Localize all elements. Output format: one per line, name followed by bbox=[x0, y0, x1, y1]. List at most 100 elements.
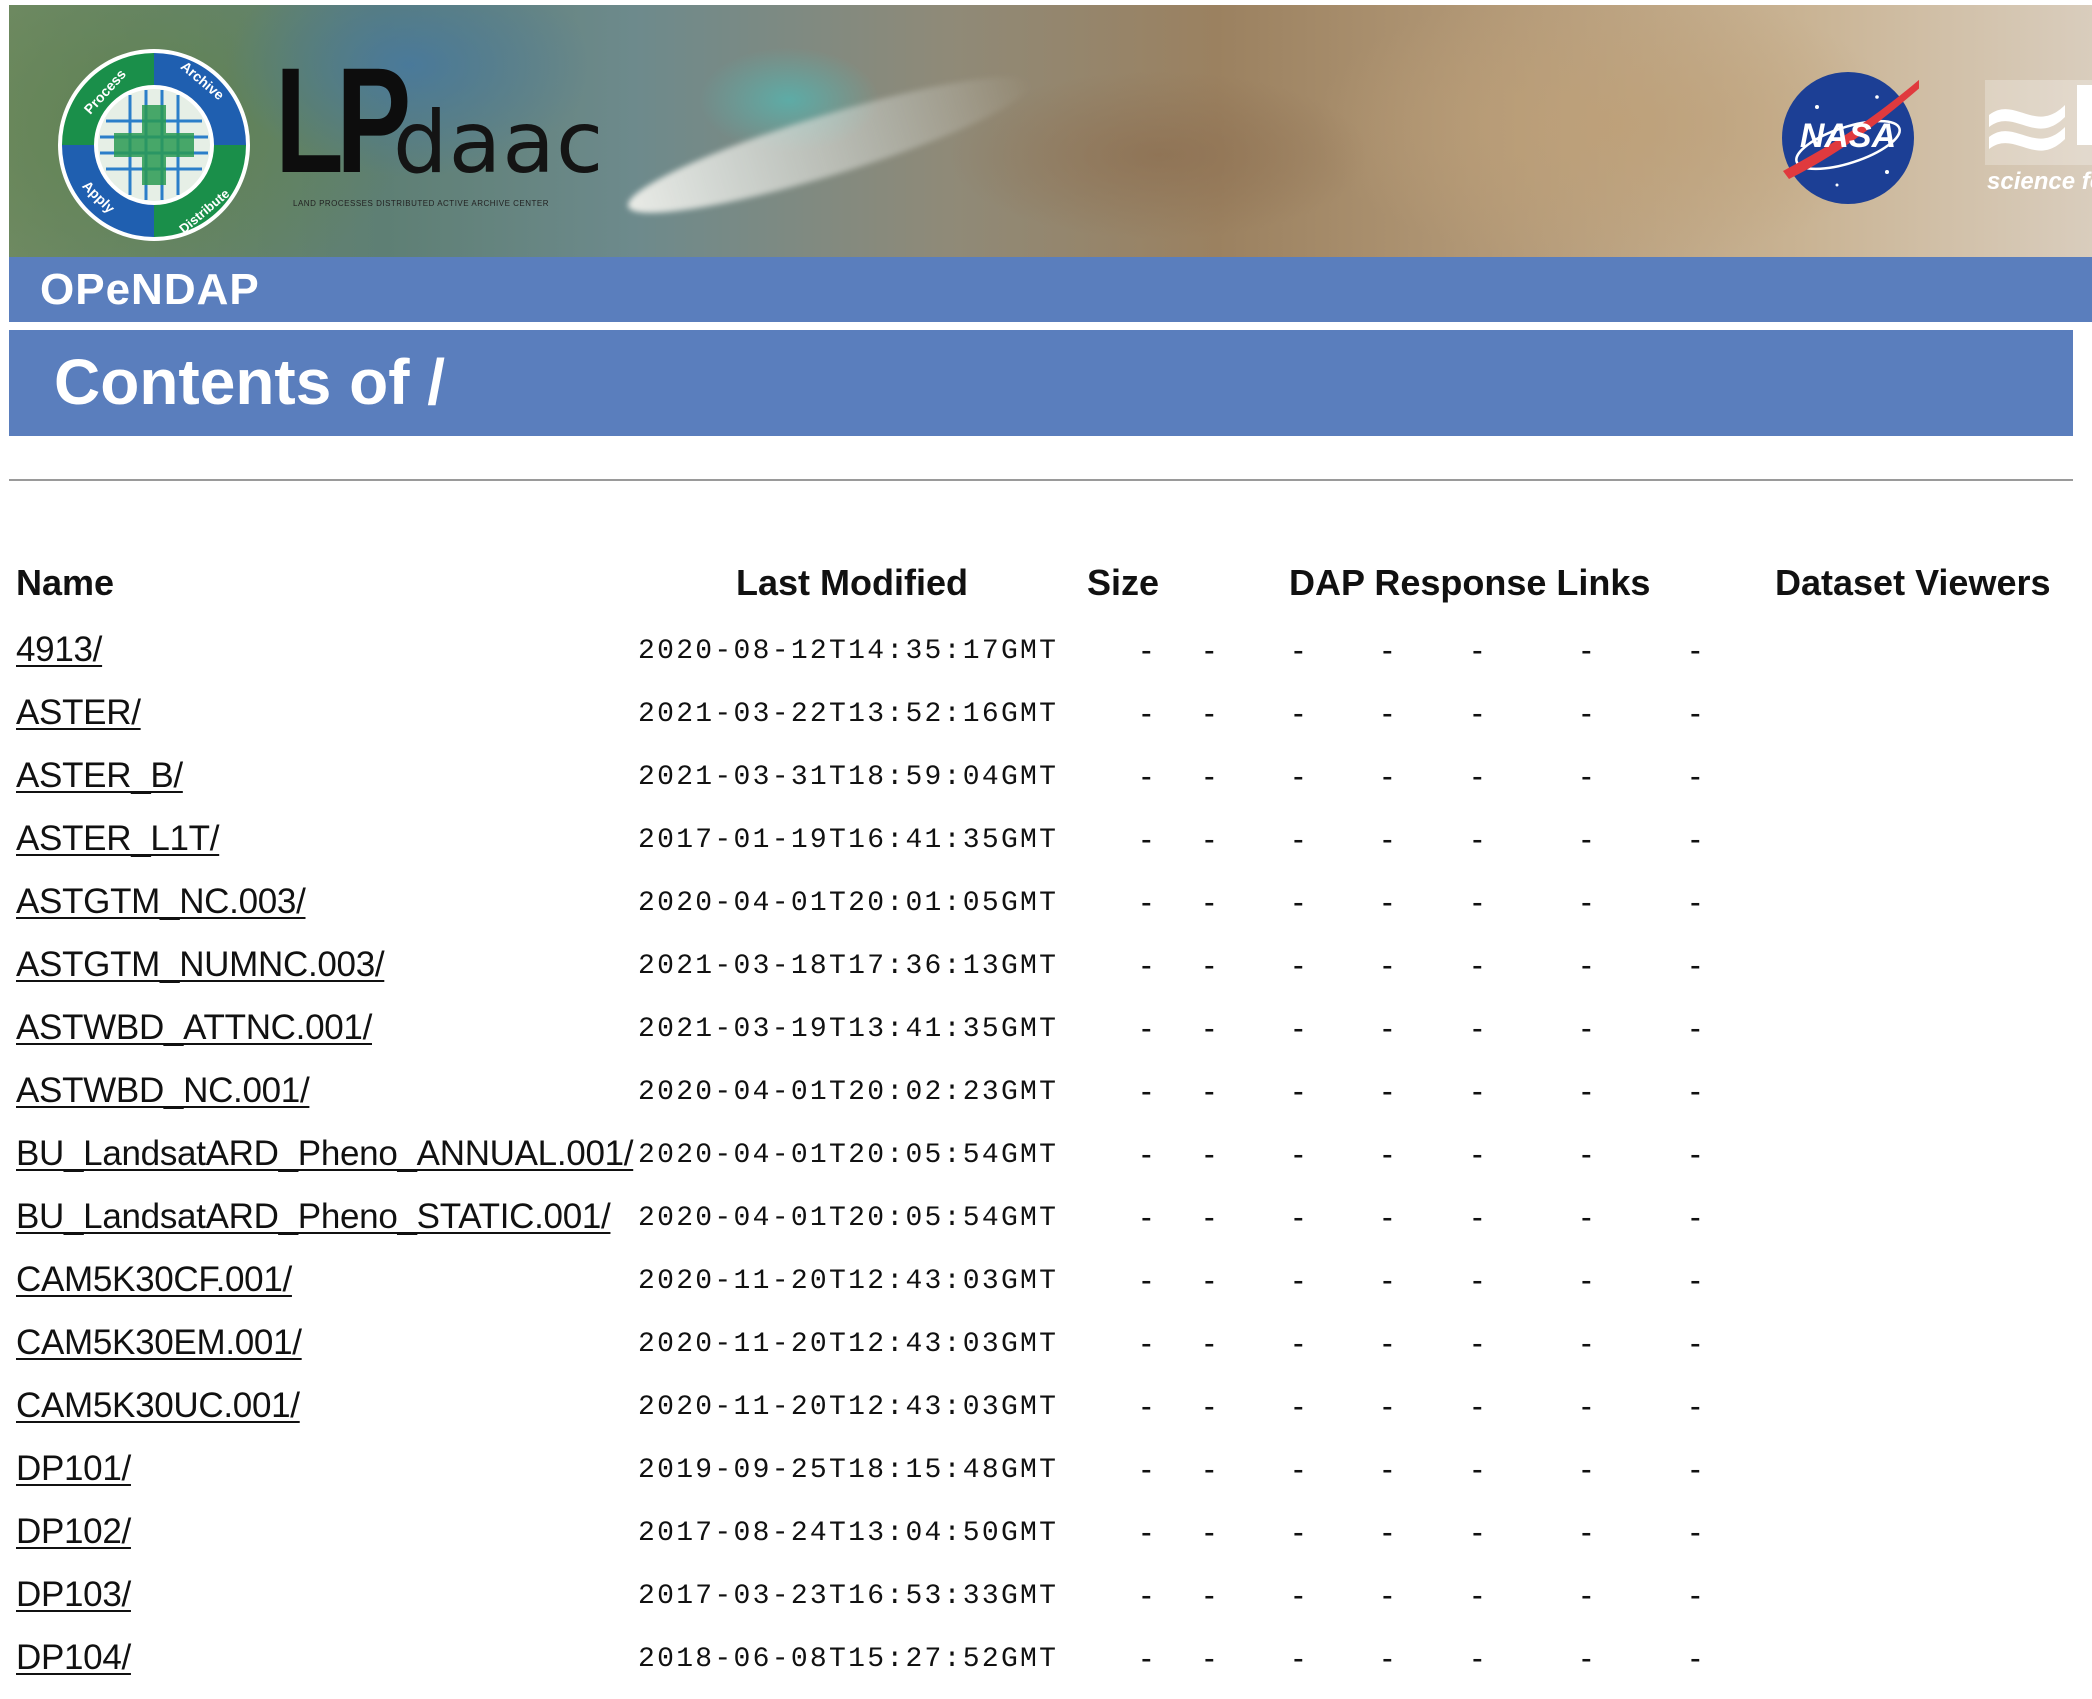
size-dash: - bbox=[1204, 947, 1215, 983]
dap-link-dash: - bbox=[1293, 1199, 1304, 1235]
last-modified-value: 2017-01-19T16:41:35GMT bbox=[638, 825, 1059, 856]
table-row: ASTWBD_ATTNC.001/2021-03-19T13:41:35GMT -… bbox=[0, 1006, 2092, 1069]
dap-link-dash: - bbox=[1581, 1514, 1592, 1550]
size-dash: - bbox=[1204, 1325, 1215, 1361]
directory-link[interactable]: ASTGTM_NC.003/ bbox=[16, 880, 306, 924]
directory-link[interactable]: ASTGTM_NUMNC.003/ bbox=[16, 943, 385, 987]
dap-link-dash: - bbox=[1293, 1010, 1304, 1046]
dap-link-dash: - bbox=[1382, 1388, 1393, 1424]
dap-link-dash: - bbox=[1690, 1514, 1701, 1550]
dap-link-dash: - bbox=[1293, 1136, 1304, 1172]
dap-link-dash: - bbox=[1382, 1514, 1393, 1550]
logo-lp-text: LP bbox=[275, 36, 411, 204]
size-dash: - bbox=[1204, 1073, 1215, 1109]
size-dash: - bbox=[1141, 947, 1152, 983]
dap-link-dash: - bbox=[1472, 1262, 1483, 1298]
dap-link-dash: - bbox=[1382, 695, 1393, 731]
dap-link-dash: - bbox=[1293, 1073, 1304, 1109]
directory-link[interactable]: CAM5K30EM.001/ bbox=[16, 1321, 302, 1365]
table-row: DP104/2018-06-08T15:27:52GMT - - - - - - - bbox=[0, 1636, 2092, 1699]
dap-link-dash: - bbox=[1581, 821, 1592, 857]
size-dash: - bbox=[1141, 1262, 1152, 1298]
column-header-dap-response-links: DAP Response Links bbox=[1289, 562, 1651, 603]
directory-link[interactable]: DP102/ bbox=[16, 1510, 131, 1554]
size-dash: - bbox=[1204, 1010, 1215, 1046]
size-dash: - bbox=[1204, 1136, 1215, 1172]
table-row: CAM5K30EM.001/2020-11-20T12:43:03GMT - - - -… bbox=[0, 1321, 2092, 1384]
dap-link-dash: - bbox=[1382, 1073, 1393, 1109]
size-dash: - bbox=[1141, 1640, 1152, 1676]
last-modified-value: 2020-08-12T14:35:17GMT bbox=[638, 636, 1059, 667]
dap-link-dash: - bbox=[1382, 1136, 1393, 1172]
directory-link[interactable]: 4913/ bbox=[16, 628, 102, 672]
column-header-dataset-viewers: Dataset Viewers bbox=[1775, 562, 2051, 603]
dap-link-dash: - bbox=[1472, 1136, 1483, 1172]
directory-link[interactable]: DP104/ bbox=[16, 1636, 131, 1680]
directory-link[interactable]: ASTWBD_ATTNC.001/ bbox=[16, 1006, 372, 1050]
last-modified-value: 2021-03-31T18:59:04GMT bbox=[638, 762, 1059, 793]
last-modified-value: 2020-11-20T12:43:03GMT bbox=[638, 1329, 1059, 1360]
dap-link-dash: - bbox=[1581, 758, 1592, 794]
dap-link-dash: - bbox=[1472, 758, 1483, 794]
size-dash: - bbox=[1204, 1388, 1215, 1424]
dap-link-dash: - bbox=[1293, 1451, 1304, 1487]
table-row: ASTER_B/2021-03-31T18:59:04GMT - - - - - - - bbox=[0, 754, 2092, 817]
table-row: ASTWBD_NC.001/2020-04-01T20:02:23GMT - - - -… bbox=[0, 1069, 2092, 1132]
directory-link[interactable]: DP103/ bbox=[16, 1573, 131, 1617]
dap-link-dash: - bbox=[1382, 758, 1393, 794]
dap-link-dash: - bbox=[1472, 1388, 1483, 1424]
table-row: CAM5K30UC.001/2020-11-20T12:43:03GMT - - - -… bbox=[0, 1384, 2092, 1447]
dap-link-dash: - bbox=[1382, 1640, 1393, 1676]
directory-link[interactable]: CAM5K30CF.001/ bbox=[16, 1258, 292, 1302]
dap-link-dash: - bbox=[1472, 1640, 1483, 1676]
dap-link-dash: - bbox=[1293, 947, 1304, 983]
size-dash: - bbox=[1204, 1262, 1215, 1298]
table-row: BU_LandsatARD_Pheno_STATIC.001/2020-04-0… bbox=[0, 1195, 2092, 1258]
directory-link[interactable]: ASTWBD_NC.001/ bbox=[16, 1069, 310, 1113]
size-dash: - bbox=[1141, 1577, 1152, 1613]
directory-link[interactable]: BU_LandsatARD_Pheno_STATIC.001/ bbox=[16, 1195, 611, 1239]
dap-link-dash: - bbox=[1472, 1010, 1483, 1046]
size-dash: - bbox=[1141, 695, 1152, 731]
size-dash: - bbox=[1141, 1136, 1152, 1172]
dap-link-dash: - bbox=[1472, 947, 1483, 983]
column-header-size: Size bbox=[1087, 562, 1160, 603]
dap-link-dash: - bbox=[1690, 1451, 1701, 1487]
dap-link-dash: - bbox=[1382, 884, 1393, 920]
dap-link-dash: - bbox=[1581, 1010, 1592, 1046]
lpdaac-globe-logo-icon: Process Archive Distribute Apply bbox=[58, 49, 250, 241]
dap-link-dash: - bbox=[1581, 1640, 1592, 1676]
dap-link-dash: - bbox=[1293, 1325, 1304, 1361]
directory-link[interactable]: BU_LandsatARD_Pheno_ANNUAL.001/ bbox=[16, 1132, 634, 1176]
last-modified-value: 2020-04-01T20:02:23GMT bbox=[638, 1077, 1059, 1108]
directory-link[interactable]: CAM5K30UC.001/ bbox=[16, 1384, 300, 1428]
directory-link[interactable]: ASTER_L1T/ bbox=[16, 817, 220, 861]
dap-link-dash: - bbox=[1382, 1325, 1393, 1361]
dap-link-dash: - bbox=[1472, 1325, 1483, 1361]
size-dash: - bbox=[1204, 758, 1215, 794]
table-row: ASTGTM_NC.003/2020-04-01T20:01:05GMT - - - -… bbox=[0, 880, 2092, 943]
directory-link[interactable]: ASTER_B/ bbox=[16, 754, 183, 798]
dap-link-dash: - bbox=[1293, 884, 1304, 920]
dap-link-dash: - bbox=[1690, 1010, 1701, 1046]
dap-link-dash: - bbox=[1690, 695, 1701, 731]
dap-link-dash: - bbox=[1690, 884, 1701, 920]
dap-link-dash: - bbox=[1581, 1073, 1592, 1109]
table-row: DP103/2017-03-23T16:53:33GMT - - - - - - - bbox=[0, 1573, 2092, 1636]
last-modified-value: 2020-04-01T20:01:05GMT bbox=[638, 888, 1059, 919]
dap-link-dash: - bbox=[1690, 1262, 1701, 1298]
opendap-bar: OPeNDAP bbox=[9, 257, 2092, 322]
size-dash: - bbox=[1141, 1325, 1152, 1361]
last-modified-value: 2021-03-19T13:41:35GMT bbox=[638, 1014, 1059, 1045]
directory-link[interactable]: DP101/ bbox=[16, 1447, 131, 1491]
dap-link-dash: - bbox=[1581, 1451, 1592, 1487]
dap-link-dash: - bbox=[1581, 1325, 1592, 1361]
dap-link-dash: - bbox=[1293, 758, 1304, 794]
dap-link-dash: - bbox=[1472, 884, 1483, 920]
dap-link-dash: - bbox=[1293, 1262, 1304, 1298]
size-dash: - bbox=[1141, 821, 1152, 857]
directory-link[interactable]: ASTER/ bbox=[16, 691, 141, 735]
size-dash: - bbox=[1204, 1451, 1215, 1487]
table-row: ASTGTM_NUMNC.003/2021-03-18T17:36:13GMT -… bbox=[0, 943, 2092, 1006]
nasa-meatball-logo-icon[interactable]: NASA bbox=[1777, 67, 1919, 209]
